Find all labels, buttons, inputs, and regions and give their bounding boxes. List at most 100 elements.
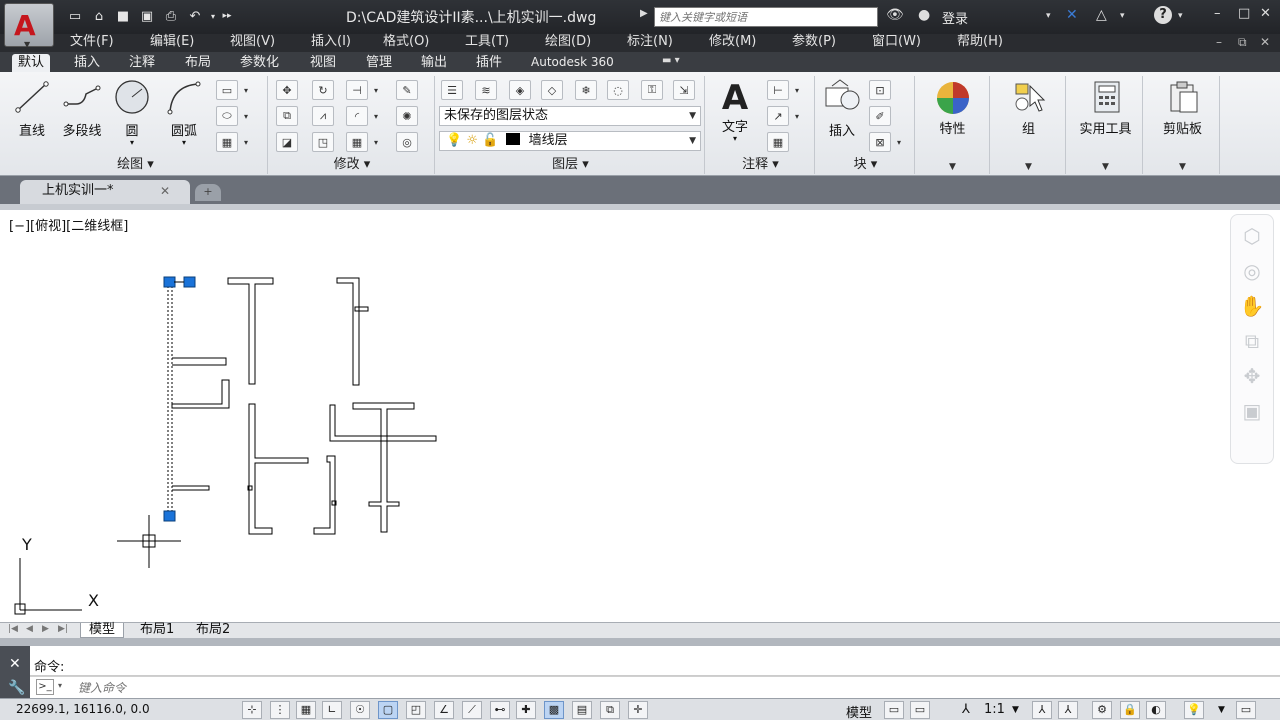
- leader-icon[interactable]: ↗: [767, 106, 789, 126]
- explode-icon[interactable]: ✺: [396, 106, 418, 126]
- leader-dropdown-icon[interactable]: ▾: [791, 106, 803, 126]
- steering-wheel-icon[interactable]: ⬡: [1238, 222, 1266, 250]
- layer-isolate-icon[interactable]: ◈: [509, 80, 531, 100]
- modify-panel-title[interactable]: 修改 ▾: [270, 153, 434, 172]
- menu-insert[interactable]: 插入(I): [311, 34, 351, 52]
- search-field[interactable]: [654, 7, 878, 27]
- tab-view[interactable]: 视图: [310, 54, 336, 72]
- 3d-osnap-icon[interactable]: ◰: [406, 701, 426, 719]
- menu-window[interactable]: 窗口(W): [872, 34, 921, 52]
- grid-display-icon[interactable]: ▦: [296, 701, 316, 719]
- lineweight-icon[interactable]: ✚: [516, 701, 536, 719]
- annotation-panel-title[interactable]: 注释 ▾: [707, 153, 814, 172]
- save-as-icon[interactable]: ▣: [136, 6, 158, 26]
- utilities-panel[interactable]: 实用工具 ▼: [1069, 76, 1143, 174]
- undo-icon[interactable]: ↶: [184, 6, 206, 26]
- block-attribute-dropdown-icon[interactable]: ▾: [893, 132, 905, 152]
- layer-lock-icon[interactable]: ⚿: [641, 80, 663, 100]
- polyline-tool[interactable]: 多段线: [56, 78, 108, 139]
- arc-dropdown-icon[interactable]: ▾: [158, 139, 210, 147]
- trim-icon[interactable]: ⊣: [346, 80, 368, 100]
- annotation-scale-icon[interactable]: ⅄: [962, 702, 970, 717]
- block-panel-title[interactable]: 块 ▾: [817, 153, 914, 172]
- menu-tools[interactable]: 工具(T): [465, 34, 509, 52]
- hatch-icon[interactable]: ▦: [216, 132, 238, 152]
- snap-mode-icon[interactable]: ⋮: [270, 701, 290, 719]
- stretch-icon[interactable]: ◪: [276, 132, 298, 152]
- trim-dropdown-icon[interactable]: ▾: [370, 80, 382, 100]
- selection-cycling-icon[interactable]: ⧉: [600, 701, 620, 719]
- menu-view[interactable]: 视图(V): [230, 34, 275, 52]
- insert-block-tool[interactable]: 插入: [817, 78, 867, 139]
- binoculars-icon[interactable]: 👁: [886, 7, 904, 23]
- close-command-line-icon[interactable]: ✕: [9, 656, 21, 672]
- grip-handle[interactable]: [163, 510, 176, 522]
- clean-screen-icon[interactable]: ▭: [1236, 701, 1256, 719]
- tab-annotate[interactable]: 注释: [129, 54, 155, 72]
- auto-scale-icon[interactable]: ⅄: [1058, 701, 1078, 719]
- move-icon[interactable]: ✥: [276, 80, 298, 100]
- infer-constraints-icon[interactable]: ⊹: [242, 701, 262, 719]
- lock-ui-icon[interactable]: 🔒: [1120, 701, 1140, 719]
- tab-parametric[interactable]: 参数化: [240, 54, 279, 72]
- user-icon[interactable]: ●: [918, 7, 930, 23]
- text-tool[interactable]: A 文字 ▾: [709, 78, 761, 143]
- pan-hand-icon[interactable]: ✋: [1238, 292, 1266, 320]
- layer-off-icon[interactable]: ◌: [607, 80, 629, 100]
- scale-icon[interactable]: ◳: [312, 132, 334, 152]
- current-layer-select[interactable]: 💡 ☼ 🔓 墙线层 ▼: [439, 131, 701, 151]
- application-menu-button[interactable]: A ▼: [4, 3, 54, 49]
- object-snap-icon[interactable]: ▢: [378, 701, 398, 719]
- drawing-canvas[interactable]: [−][俯视][二维线框] Y X ⬡ ◎ ✋ ⧉ ✥ ▣: [0, 210, 1280, 622]
- orbit-icon[interactable]: ✥: [1238, 362, 1266, 390]
- doc-restore-icon[interactable]: ⧉: [1238, 35, 1247, 50]
- minimize-icon[interactable]: –: [1214, 6, 1221, 21]
- search-expand-icon[interactable]: ▶: [640, 8, 648, 19]
- array-dropdown-icon[interactable]: ▾: [370, 132, 382, 152]
- draw-panel-title[interactable]: 绘图 ▾: [4, 153, 267, 172]
- dimension-icon[interactable]: ⊢: [767, 80, 789, 100]
- layer-unisolate-icon[interactable]: ◇: [541, 80, 563, 100]
- wall-segment[interactable]: [336, 277, 360, 386]
- login-link[interactable]: 登录: [942, 8, 968, 27]
- hatch-dropdown-icon[interactable]: ▾: [240, 132, 252, 152]
- last-layout-icon[interactable]: ▶|: [58, 624, 68, 634]
- tab-autodesk-360[interactable]: Autodesk 360: [531, 54, 614, 72]
- groups-panel[interactable]: 组 ▼: [992, 76, 1066, 174]
- document-tab[interactable]: 上机实训一* ✕: [20, 180, 190, 204]
- open-folder-icon[interactable]: ⌂: [88, 6, 110, 26]
- menu-modify[interactable]: 修改(M): [709, 34, 756, 52]
- maximize-icon[interactable]: □: [1238, 6, 1250, 21]
- full-navigation-wheel-icon[interactable]: ◎: [1238, 257, 1266, 285]
- tab-layout2[interactable]: 布局2: [188, 623, 238, 638]
- save-icon[interactable]: ■: [112, 6, 134, 26]
- array-icon[interactable]: ▦: [346, 132, 368, 152]
- new-document-tab-icon[interactable]: +: [195, 184, 221, 201]
- menu-file[interactable]: 文件(F): [70, 34, 114, 52]
- command-prompt-icon[interactable]: >_: [36, 679, 54, 695]
- new-file-icon[interactable]: ▭: [64, 6, 86, 26]
- wall-segment[interactable]: [354, 306, 369, 312]
- first-layout-icon[interactable]: |◀: [8, 624, 18, 634]
- hardware-acceleration-icon[interactable]: ◐: [1146, 701, 1166, 719]
- properties-panel[interactable]: 特性 ▼: [916, 76, 990, 174]
- text-dropdown-icon[interactable]: ▾: [709, 135, 761, 143]
- quick-view-layouts-icon[interactable]: ▭: [884, 701, 904, 719]
- fillet-icon[interactable]: ◜: [346, 106, 368, 126]
- menu-dimension[interactable]: 标注(N): [627, 34, 673, 52]
- layer-properties-icon[interactable]: ☰: [441, 80, 463, 100]
- tab-insert[interactable]: 插入: [74, 54, 100, 72]
- annotation-visibility-icon[interactable]: ⅄: [1032, 701, 1052, 719]
- polar-tracking-icon[interactable]: ☉: [350, 701, 370, 719]
- help-dropdown-icon[interactable]: ▾: [1178, 11, 1183, 21]
- wall-segment[interactable]: [227, 277, 274, 385]
- next-layout-icon[interactable]: ▶: [42, 624, 49, 634]
- menu-help[interactable]: 帮助(H): [957, 34, 1003, 52]
- showmotion-icon[interactable]: ▣: [1238, 397, 1266, 425]
- layer-state-select[interactable]: 未保存的图层状态 ▼: [439, 106, 701, 126]
- menu-edit[interactable]: 编辑(E): [150, 34, 194, 52]
- circle-dropdown-icon[interactable]: ▾: [106, 139, 158, 147]
- circle-tool[interactable]: 圆 ▾: [106, 78, 158, 147]
- workspace-switch-icon[interactable]: ⚙: [1092, 701, 1112, 719]
- zoom-extents-icon[interactable]: ⧉: [1238, 327, 1266, 355]
